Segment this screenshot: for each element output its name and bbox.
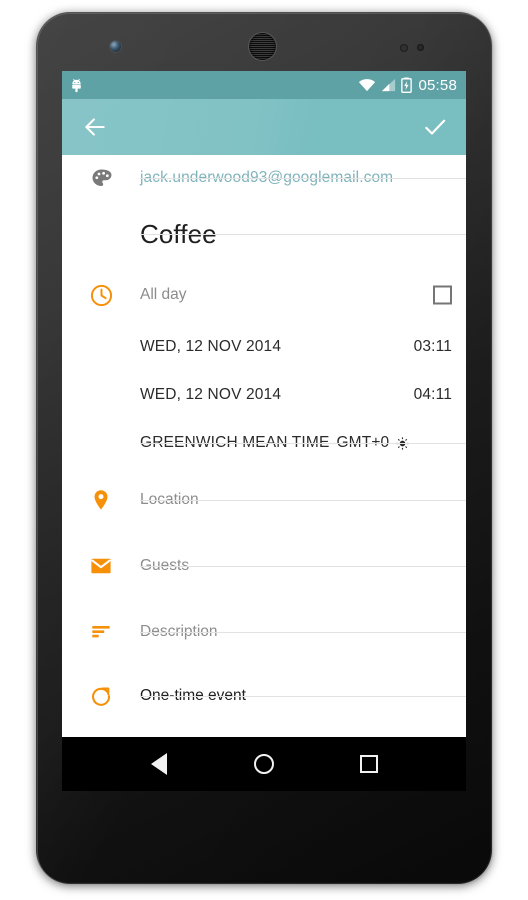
end-date-gutter xyxy=(62,371,140,419)
start-date-value[interactable]: WED, 12 NOV 2014 xyxy=(140,338,281,356)
all-day-label: All day xyxy=(140,286,187,303)
screenshot-stage: 05:58 jack.underwood93@googlemail.com Co… xyxy=(0,0,528,900)
event-title-row[interactable]: Coffee xyxy=(62,201,466,267)
description-row[interactable]: Description xyxy=(62,599,466,665)
square-recents-icon xyxy=(360,755,379,773)
triangle-back-icon xyxy=(150,753,167,775)
nav-home-button[interactable] xyxy=(241,744,287,784)
battery-charging-icon xyxy=(401,77,413,93)
account-row[interactable]: jack.underwood93@googlemail.com xyxy=(62,155,466,201)
time-icon-gutter xyxy=(62,267,140,323)
divider xyxy=(140,442,466,444)
divider xyxy=(140,233,466,235)
divider xyxy=(140,565,466,567)
timezone-row[interactable]: GREENWICH MEAN TIME GMT+0 xyxy=(62,419,466,467)
title-icon-gutter xyxy=(62,201,140,267)
check-icon xyxy=(422,114,448,140)
earpiece-speaker-icon xyxy=(249,33,276,60)
cell-signal-icon xyxy=(381,78,396,92)
proximity-sensor-icon xyxy=(400,44,408,52)
circle-home-icon xyxy=(253,754,274,774)
divider xyxy=(140,631,466,633)
status-bar: 05:58 xyxy=(62,71,466,99)
divider xyxy=(140,499,466,501)
nav-recents-button[interactable] xyxy=(346,744,392,784)
nav-back-button[interactable] xyxy=(136,744,182,784)
all-day-field[interactable]: All day xyxy=(140,285,466,305)
phone-screen: 05:58 jack.underwood93@googlemail.com Co… xyxy=(62,71,466,791)
status-bar-system-icons: 05:58 xyxy=(358,77,457,94)
start-datetime-row[interactable]: WED, 12 NOV 2014 03:11 xyxy=(62,323,466,371)
end-datetime-field[interactable]: WED, 12 NOV 2014 04:11 xyxy=(140,386,466,404)
start-date-gutter xyxy=(62,323,140,371)
repeat-row[interactable]: One-time event xyxy=(62,665,466,727)
all-day-checkbox[interactable] xyxy=(433,285,452,305)
repeat-icon-gutter xyxy=(62,665,140,727)
clock-icon xyxy=(89,283,114,308)
event-edit-form: jack.underwood93@googlemail.com Coffee A… xyxy=(62,155,466,791)
palette-icon xyxy=(90,167,113,190)
location-row[interactable]: Location xyxy=(62,467,466,533)
start-time-value[interactable]: 03:11 xyxy=(414,338,452,356)
repeat-icon xyxy=(89,684,113,708)
map-pin-icon xyxy=(89,488,113,512)
app-toolbar xyxy=(62,99,466,155)
status-bar-notifications xyxy=(69,78,358,93)
save-event-button[interactable] xyxy=(418,110,452,144)
account-icon-gutter xyxy=(62,155,140,201)
location-icon-gutter xyxy=(62,467,140,533)
divider xyxy=(140,177,466,179)
arrow-back-icon xyxy=(82,114,108,140)
end-time-value[interactable]: 04:11 xyxy=(414,386,452,404)
guests-icon-gutter xyxy=(62,533,140,599)
android-navigation-bar xyxy=(62,737,466,791)
end-datetime-row[interactable]: WED, 12 NOV 2014 04:11 xyxy=(62,371,466,419)
description-icon-gutter xyxy=(62,599,140,665)
divider xyxy=(140,695,466,697)
wifi-icon xyxy=(358,78,376,92)
start-datetime-field[interactable]: WED, 12 NOV 2014 03:11 xyxy=(140,338,466,356)
back-button[interactable] xyxy=(78,110,112,144)
envelope-icon xyxy=(89,554,113,578)
all-day-row[interactable]: All day xyxy=(62,267,466,323)
status-bar-clock: 05:58 xyxy=(418,76,457,94)
guests-row[interactable]: Guests xyxy=(62,533,466,599)
end-date-value[interactable]: WED, 12 NOV 2014 xyxy=(140,386,281,404)
description-lines-icon xyxy=(90,621,112,643)
front-camera-icon xyxy=(110,41,121,52)
android-robot-icon xyxy=(69,78,84,93)
timezone-gutter xyxy=(62,419,140,467)
light-sensor-icon xyxy=(417,44,424,51)
